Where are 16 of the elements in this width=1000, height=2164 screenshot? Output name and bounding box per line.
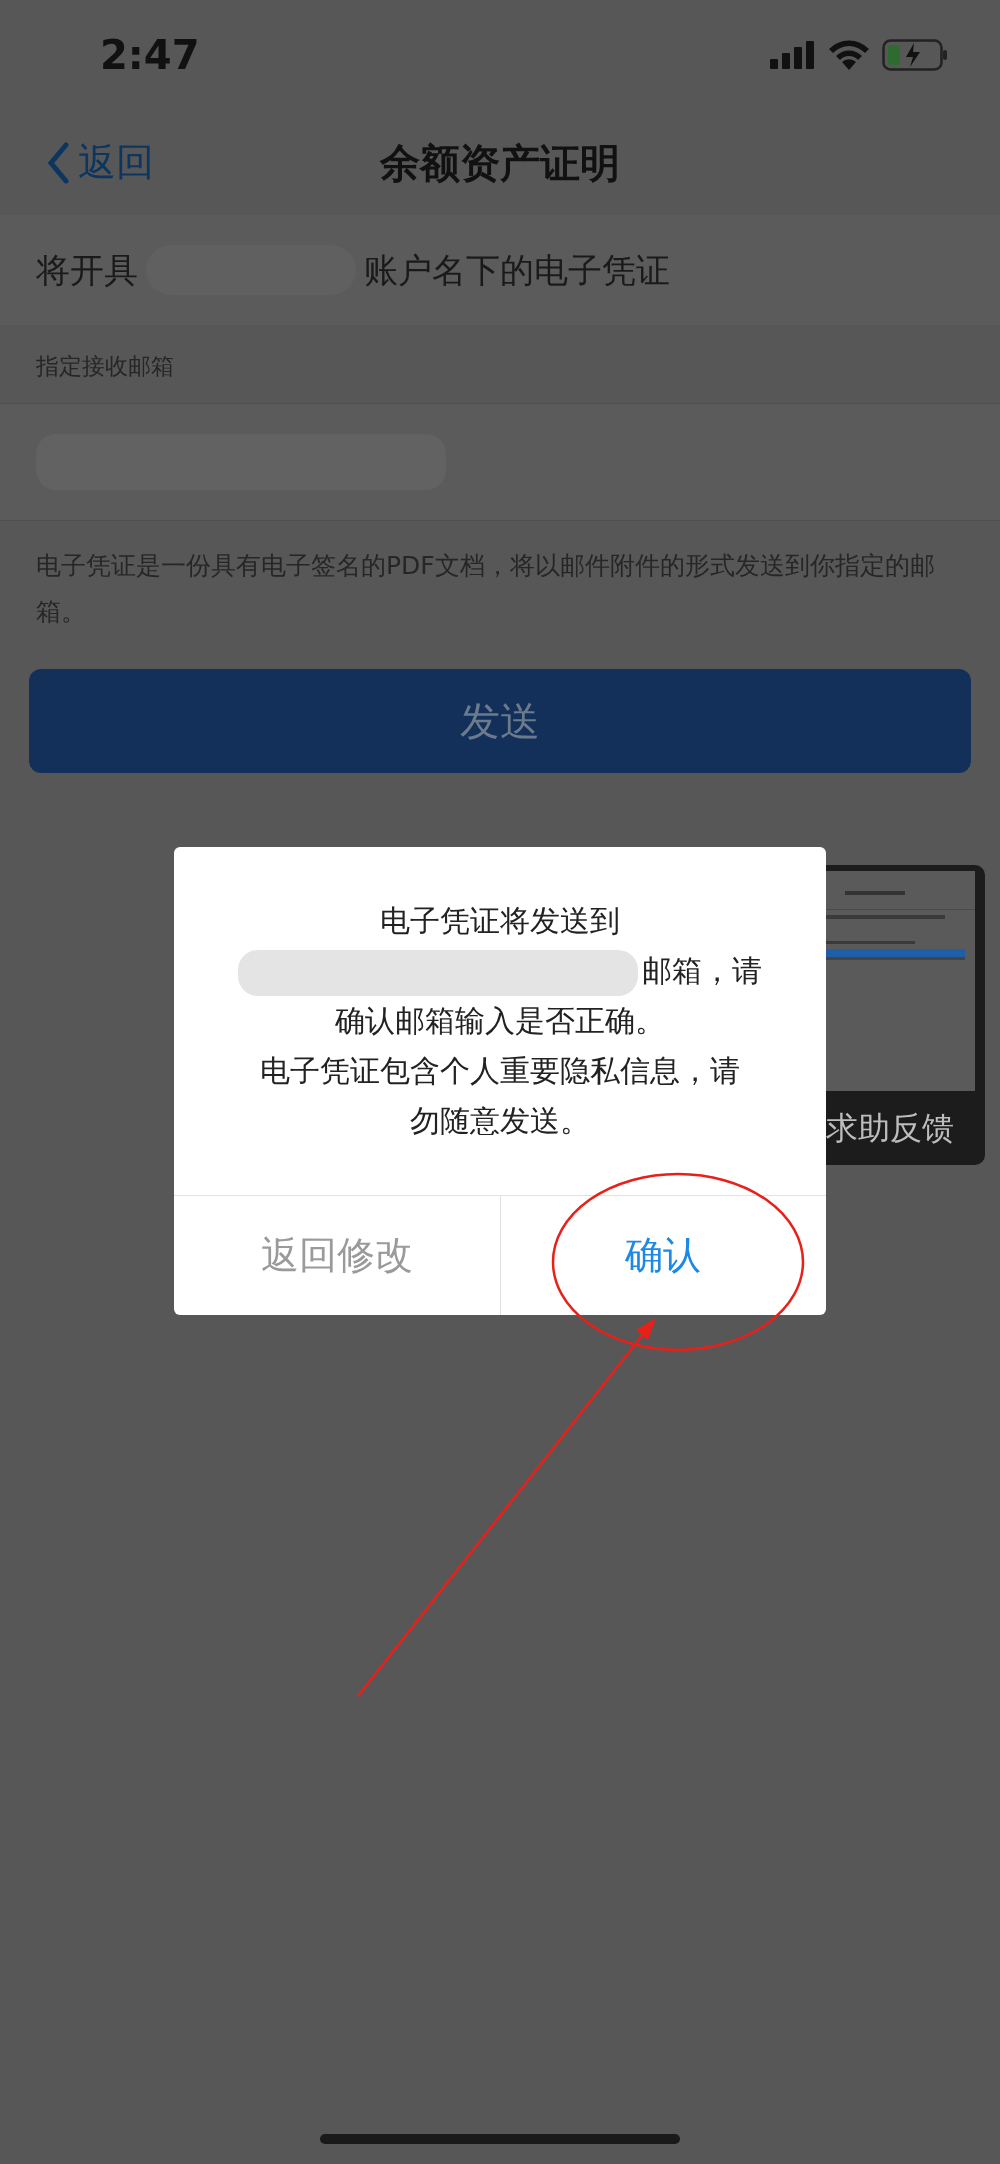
page-title: 余额资产证明 <box>380 138 620 188</box>
account-row: 将开具 账户名下的电子凭证 <box>0 215 1000 325</box>
send-button[interactable]: 发送 <box>29 669 971 773</box>
battery-icon <box>882 39 948 71</box>
confirm-button[interactable]: 确认 <box>499 1196 826 1315</box>
back-button[interactable]: 返回 <box>46 134 154 191</box>
feedback-label: 求助反馈 <box>826 1108 954 1149</box>
signal-icon <box>770 41 816 69</box>
cancel-button[interactable]: 返回修改 <box>174 1196 500 1315</box>
chevron-left-icon <box>46 141 70 184</box>
message-line: 确认邮箱输入是否正确。 <box>335 1002 665 1040</box>
status-time: 2:47 <box>100 31 200 80</box>
message-line: 电子凭证包含个人重要隐私信息，请 <box>260 1052 740 1090</box>
message-line: 勿随意发送。 <box>410 1102 590 1140</box>
wifi-icon <box>828 40 870 70</box>
message-line: 电子凭证将发送到 <box>380 902 620 940</box>
